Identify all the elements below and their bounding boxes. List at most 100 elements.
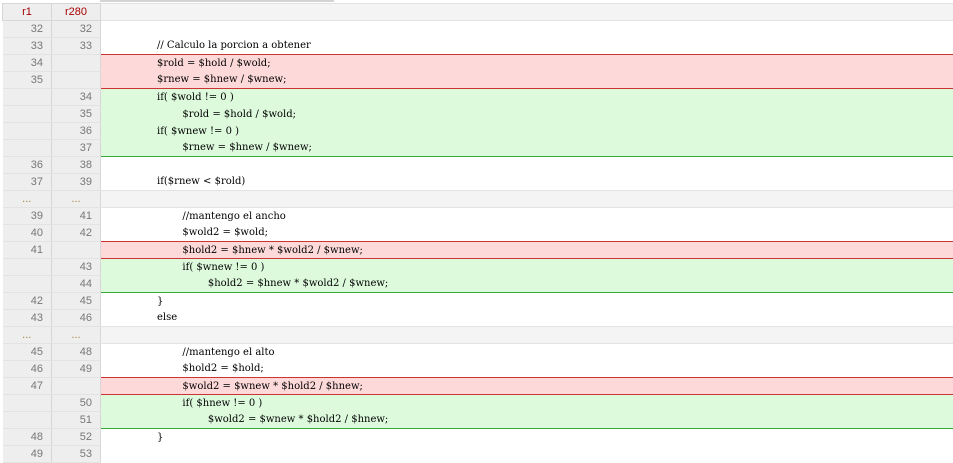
context-line-row: 4852} [3,429,953,446]
new-line-number: 44 [52,276,101,293]
old-line-number: 33 [3,38,52,55]
old-revision-header[interactable]: r1 [3,4,52,21]
new-line-number: 34 [52,89,101,106]
code-line: else [101,310,953,327]
new-line-number: 49 [52,361,101,378]
new-line-number: ... [52,191,101,208]
removed-line-row: 35 $rnew = $hnew / $wnew; [3,72,953,89]
old-line-number [3,123,52,140]
new-revision-header[interactable]: r280 [52,4,101,21]
new-line-number: 39 [52,174,101,191]
code-line: if( $wnew != 0 ) [101,259,953,276]
added-line-row: 37 $rnew = $hnew / $wnew; [3,140,953,157]
old-line-number: 32 [3,21,52,38]
new-line-number [52,378,101,395]
code-line: $rnew = $hnew / $wnew; [101,72,953,89]
added-line-row: 36if( $wnew != 0 ) [3,123,953,140]
old-line-number: 48 [3,429,52,446]
context-line-row: 4042 $wold2 = $wold; [3,225,953,242]
context-line-row: 4953 [3,446,953,463]
new-line-number: 45 [52,293,101,310]
code-line: $hold2 = $hnew * $wold2 / $wnew; [101,276,953,293]
new-line-number: 36 [52,123,101,140]
code-line: $hold2 = $hold; [101,361,953,378]
code-line: $wold2 = $wnew * $hold2 / $hnew; [101,412,953,429]
old-line-number [3,412,52,429]
code-line: if( $hnew != 0 ) [101,395,953,412]
old-line-number: ... [3,191,52,208]
code-line: $rold = $hold / $wold; [101,106,953,123]
new-line-number: 51 [52,412,101,429]
code-line: $hold2 = $hnew * $wold2 / $wnew; [101,242,953,259]
new-line-number: 33 [52,38,101,55]
old-line-number [3,89,52,106]
new-line-number: ... [52,327,101,344]
context-line-row: 4346else [3,310,953,327]
new-line-number: 37 [52,140,101,157]
context-line-row: 3638 [3,157,953,174]
new-line-number: 38 [52,157,101,174]
new-line-number: 48 [52,344,101,361]
old-line-number: 45 [3,344,52,361]
context-line-row: 3333// Calculo la porcion a obtener [3,38,953,55]
code-line [101,21,953,38]
added-line-row: 35 $rold = $hold / $wold; [3,106,953,123]
new-line-number [52,242,101,259]
added-line-row: 51 $wold2 = $wnew * $hold2 / $hnew; [3,412,953,429]
old-line-number: 46 [3,361,52,378]
code-line: $rold = $hold / $wold; [101,55,953,72]
old-line-number [3,395,52,412]
old-line-number: 36 [3,157,52,174]
context-line-row: 4548 //mantengo el alto [3,344,953,361]
skipped-lines-row: ...... [3,191,953,208]
code-line: if( $wnew != 0 ) [101,123,953,140]
added-line-row: 44 $hold2 = $hnew * $wold2 / $wnew; [3,276,953,293]
new-line-number: 53 [52,446,101,463]
old-line-number: 42 [3,293,52,310]
horizontal-scrollbar[interactable] [100,0,334,2]
old-line-number: 41 [3,242,52,259]
context-line-row: 3941 //mantengo el ancho [3,208,953,225]
new-line-number: 41 [52,208,101,225]
added-line-row: 34if( $wold != 0 ) [3,89,953,106]
skipped-lines-row: ...... [3,327,953,344]
old-line-number [3,276,52,293]
old-line-number: 39 [3,208,52,225]
code-line [101,157,953,174]
added-line-row: 43 if( $wnew != 0 ) [3,259,953,276]
code-column-header [101,4,953,21]
removed-line-row: 41 $hold2 = $hnew * $wold2 / $wnew; [3,242,953,259]
context-line-row: 4649 $hold2 = $hold; [3,361,953,378]
added-line-row: 50 if( $hnew != 0 ) [3,395,953,412]
context-line-row: 4245} [3,293,953,310]
new-line-number: 43 [52,259,101,276]
code-line [101,327,953,344]
diff-header-row: r1 r280 [3,4,953,21]
diff-table: r1 r280 32323333// Calculo la porcion a … [2,3,953,463]
removed-line-row: 47 $wold2 = $wnew * $hold2 / $hnew; [3,378,953,395]
code-line: $wold2 = $wnew * $hold2 / $hnew; [101,378,953,395]
code-line: $wold2 = $wold; [101,225,953,242]
code-line: //mantengo el ancho [101,208,953,225]
old-line-number [3,259,52,276]
code-line [101,446,953,463]
code-line: } [101,293,953,310]
code-line: } [101,429,953,446]
context-line-row: 3232 [3,21,953,38]
code-line: if( $wold != 0 ) [101,89,953,106]
new-line-number [52,55,101,72]
new-line-number: 32 [52,21,101,38]
old-line-number [3,140,52,157]
code-line: $rnew = $hnew / $wnew; [101,140,953,157]
old-line-number: 43 [3,310,52,327]
new-line-number [52,72,101,89]
code-line: //mantengo el alto [101,344,953,361]
old-line-number: 37 [3,174,52,191]
removed-line-row: 34 $rold = $hold / $wold; [3,55,953,72]
new-line-number: 35 [52,106,101,123]
old-line-number: 34 [3,55,52,72]
old-line-number: 35 [3,72,52,89]
code-line: // Calculo la porcion a obtener [101,38,953,55]
new-line-number: 52 [52,429,101,446]
context-line-row: 3739if($rnew < $rold) [3,174,953,191]
